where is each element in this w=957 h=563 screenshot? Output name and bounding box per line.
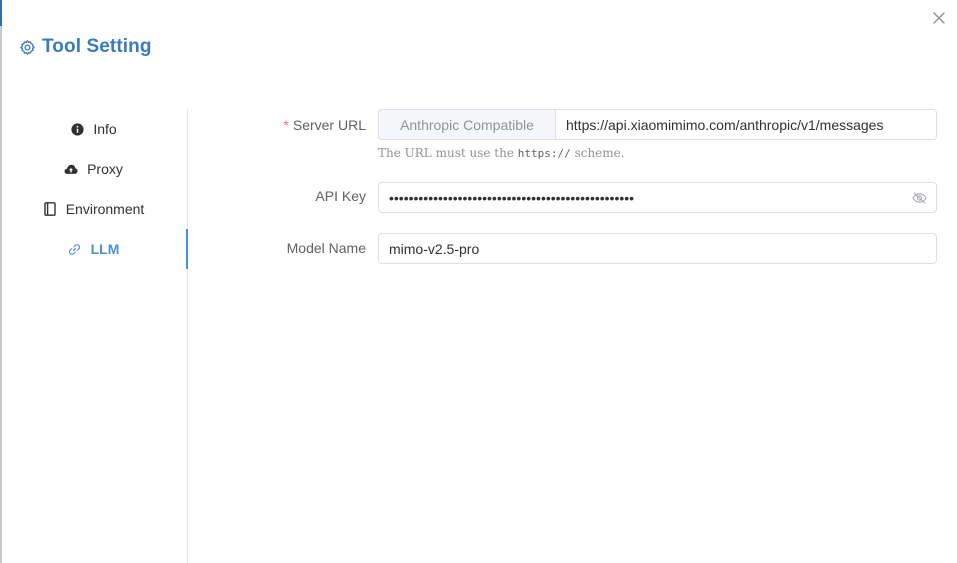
close-button[interactable] [929,8,949,28]
eye-off-icon [911,192,927,204]
nav-divider [187,109,188,563]
nav-item-proxy-label: Proxy [87,161,123,177]
api-key-label: API Key [315,188,366,204]
server-url-label: * Server URL [196,117,366,133]
nav-item-llm-label: LLM [90,241,120,257]
server-url-hint: The URL must use the https:// scheme. [378,146,625,160]
nav-item-info-label: Info [93,121,117,137]
model-name-input[interactable] [378,233,937,264]
cloud-upload-icon [64,162,78,176]
nav-item-proxy[interactable]: Proxy [0,149,187,189]
toggle-visibility-button[interactable] [910,189,928,207]
notebook-icon [43,202,57,216]
nav-item-llm[interactable]: LLM [0,229,187,269]
server-url-group: Anthropic Compatible [378,109,937,140]
dialog-title: Tool Setting [19,34,152,60]
server-url-hint-after: scheme. [570,146,625,160]
server-url-hint-code: https:// [517,147,571,160]
nav-item-info[interactable]: Info [0,109,187,149]
gear-icon [20,39,35,55]
dialog-title-text: Tool Setting [42,36,152,57]
server-url-input[interactable] [555,109,937,140]
background-window-accent [0,0,2,26]
close-icon [933,12,945,24]
nav-item-environment[interactable]: Environment [0,189,187,229]
nav-item-environment-label: Environment [65,201,145,217]
info-circle-icon [70,122,84,136]
api-key-input[interactable] [378,182,937,213]
server-url-prefix: Anthropic Compatible [378,109,555,140]
model-name-label: Model Name [286,240,366,256]
required-mark: * [283,117,289,133]
nav-active-indicator [186,229,188,269]
server-url-hint-before: The URL must use the [378,146,518,160]
settings-nav: Info Proxy Environment LLM [0,109,189,563]
link-icon [68,242,82,256]
server-url-label-text: Server URL [292,117,366,133]
